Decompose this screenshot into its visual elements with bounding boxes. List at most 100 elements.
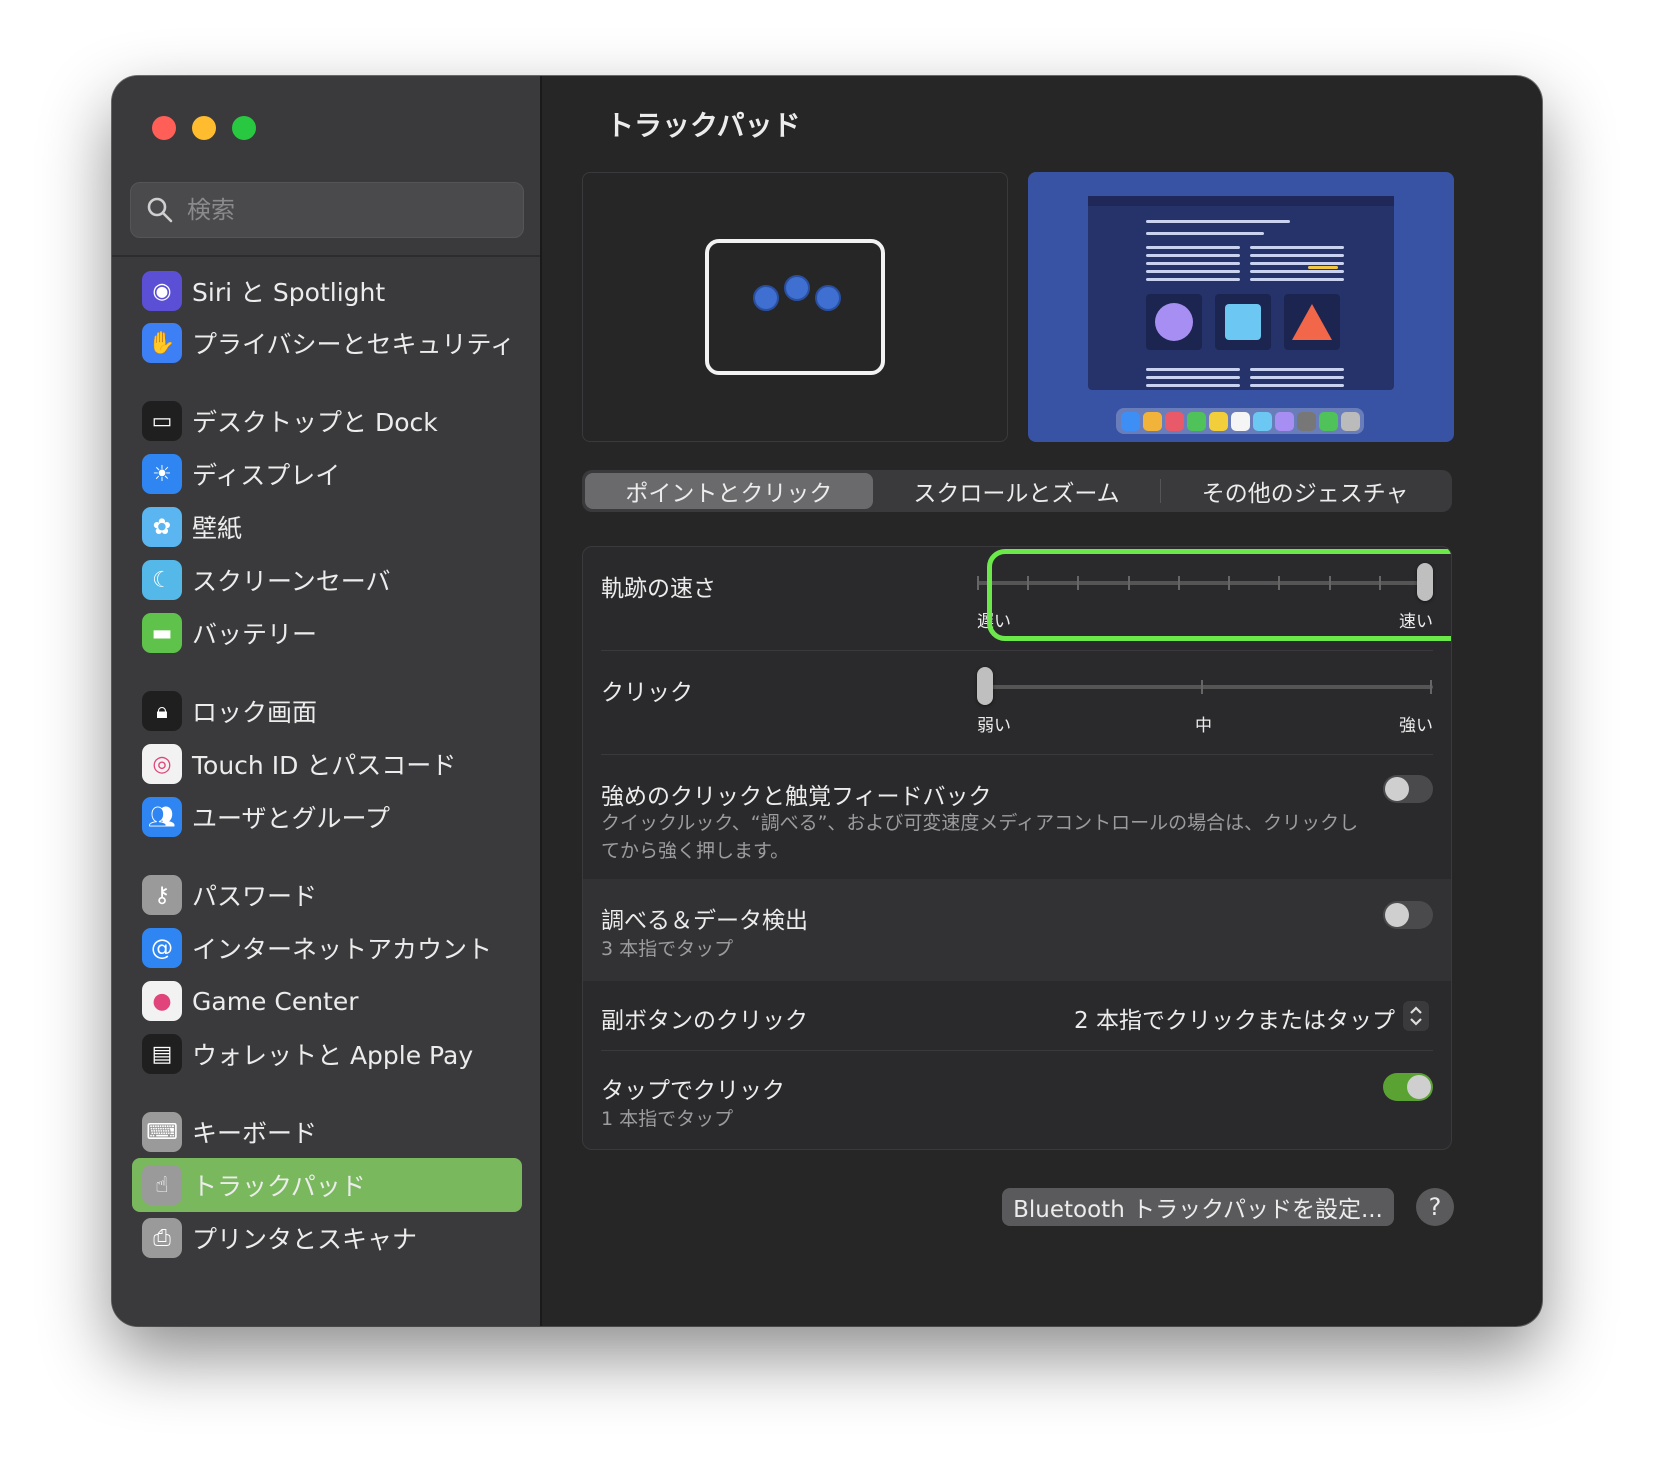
search-input[interactable] [185,195,489,225]
sidebar-item[interactable]: ▤ ウォレットと Apple Pay [132,1027,522,1081]
sun-icon: ☀ [142,454,182,494]
sidebar-item[interactable]: ⎙ プリンタとスキャナ [132,1211,522,1265]
updown-chevron-icon [1410,1006,1422,1026]
key-icon: ⚷ [142,875,182,915]
page-title: トラックパッド [606,109,801,142]
sidebar-item[interactable]: ☝ トラックパッド [132,1158,522,1212]
click-label: クリック [601,680,693,706]
highlight-box [987,549,1451,641]
sidebar-item[interactable]: @ インターネットアカウント [132,921,522,975]
sidebar-item[interactable]: ☀ ディスプレイ [132,447,522,501]
demo-tile [1146,294,1202,350]
secondary-click-popup[interactable] [1403,1001,1429,1031]
at-icon: @ [142,928,182,968]
sidebar-item-label: スクリーンセーバ [192,567,391,596]
demo-tile [1215,294,1271,350]
tracking-speed-row: 軌跡の速さ 遅い 速い [583,547,1451,651]
screensaver-icon: ☾ [142,560,182,600]
help-button[interactable]: ? [1416,1188,1454,1226]
sidebar-item[interactable]: 👥︎ ユーザとグループ [132,790,522,844]
flower-icon: ✿ [142,507,182,547]
secondary-click-row: 副ボタンのクリック 2 本指でクリックまたはタップ [583,981,1451,1051]
secondary-click-value[interactable]: 2 本指でクリックまたはタップ [1074,1001,1395,1035]
sidebar-divider [112,255,540,257]
tab-point-and-click[interactable]: ポイントとクリック [585,473,873,509]
sidebar-item-label: Game Center [192,986,359,1016]
demo-window [1088,196,1394,390]
sidebar-item[interactable]: ▭ デスクトップと Dock [132,394,522,448]
sidebar-item-label: Touch ID とパスコード [192,751,457,780]
wallet-icon: ▤ [142,1034,182,1074]
tap-to-click-row: タップでクリック 1 本指でタップ [583,1051,1451,1149]
window-controls [152,116,256,140]
sidebar-item-label: キーボード [192,1119,318,1148]
force-click-row: 強めのクリックと触覚フィードバック クイックルック、“調べる”、および可変速度メ… [583,755,1451,879]
zoom-button[interactable] [232,116,256,140]
sidebar-item-label: デスクトップと Dock [192,408,438,437]
secondary-click-label: 副ボタンのクリック [601,1008,808,1034]
sidebar-item-label: インターネットアカウント [192,935,493,964]
sidebar-item[interactable]: ⌨ キーボード [132,1105,522,1159]
demo-tile [1284,294,1340,350]
desktop-icon: ▭ [142,401,182,441]
lookup-description: 3 本指でタップ [601,938,734,960]
force-click-toggle[interactable] [1383,775,1433,803]
tap-to-click-label: タップでクリック [601,1078,785,1104]
click-medium-label: 中 [1195,716,1212,736]
settings-group: 軌跡の速さ 遅い 速い クリック 弱い 中 強い 強めのクリックと触覚フィードバ… [582,546,1452,1150]
click-strength-track[interactable] [977,685,1433,689]
main-pane: トラックパッド ポイントとクリック スクロールとズーム その他のジェスチャ 軌跡… [542,76,1542,1326]
printer-icon: ⎙ [142,1218,182,1258]
close-button[interactable] [152,116,176,140]
sidebar-item[interactable]: ☾ スクリーンセーバ [132,553,522,607]
sidebar-item-label: パスワード [192,882,318,911]
tracking-speed-tick [977,576,979,590]
finger-dot [815,285,841,311]
keyboard-icon: ⌨ [142,1112,182,1152]
sidebar-item[interactable]: ✿ 壁紙 [132,500,522,554]
sidebar-item[interactable]: ▬ バッテリー [132,606,522,660]
sidebar-item-label: プリンタとスキャナ [192,1225,418,1254]
sidebar-item[interactable]: 🔒︎ ロック画面 [132,684,522,738]
tap-to-click-toggle[interactable] [1383,1073,1433,1101]
fingerprint-icon: ◎ [142,744,182,784]
sidebar-item[interactable]: ⚷ パスワード [132,868,522,922]
tab-more-gestures[interactable]: その他のジェスチャ [1161,473,1449,509]
game-center-icon: ● [142,981,182,1021]
click-strength-slider-knob[interactable] [977,667,993,705]
sidebar-item[interactable]: ✋ プライバシーとセキュリティ [132,316,522,370]
lookup-toggle[interactable] [1383,901,1433,929]
sidebar-item-label: トラックパッド [192,1172,366,1201]
sidebar-item[interactable]: ● Game Center [132,974,522,1028]
click-firm-label: 強い [1399,716,1433,736]
finger-dot [753,285,779,311]
sidebar-item-label: ウォレットと Apple Pay [192,1041,474,1070]
sidebar-item-label: ディスプレイ [192,461,341,490]
click-row: クリック 弱い 中 強い [583,651,1451,755]
lookup-label: 調べる＆データ検出 [601,908,808,934]
demo-dock [1116,408,1364,434]
tab-bar: ポイントとクリック スクロールとズーム その他のジェスチャ [582,470,1452,512]
search-field[interactable] [130,182,524,238]
force-click-label: 強めのクリックと触覚フィードバック [601,784,992,810]
gesture-preview [582,172,1008,442]
tab-scroll-and-zoom[interactable]: スクロールとズーム [873,473,1161,509]
minimize-button[interactable] [192,116,216,140]
sidebar-item-label: 壁紙 [192,514,243,543]
lookup-row: 調べる＆データ検出 3 本指でタップ [583,879,1451,981]
settings-window: ◉ Siri と Spotlight ✋ プライバシーとセキュリティ ▭ デスクトップと … [112,76,1542,1326]
sidebar: ◉ Siri と Spotlight ✋ プライバシーとセキュリティ ▭ デスクトップと … [112,76,542,1326]
tracking-speed-label: 軌跡の速さ [601,576,716,602]
sidebar-item[interactable]: ◉ Siri と Spotlight [132,264,522,318]
lock-icon: 🔒︎ [142,691,182,731]
hand-icon: ✋ [142,323,182,363]
sidebar-item[interactable]: ◎ Touch ID とパスコード [132,737,522,791]
sidebar-item-label: Siri と Spotlight [192,278,386,307]
users-icon: 👥︎ [142,797,182,837]
tap-to-click-description: 1 本指でタップ [601,1108,734,1130]
sidebar-item-label: プライバシーとセキュリティ [192,330,516,359]
finger-dot [784,275,810,301]
force-click-description: クイックルック、“調べる”、および可変速度メディアコントロールの場合は、クリック… [601,812,1359,862]
bluetooth-trackpad-setup-button[interactable]: Bluetooth トラックパッドを設定... [1002,1188,1394,1226]
trackpad-icon: ☝ [142,1165,182,1205]
